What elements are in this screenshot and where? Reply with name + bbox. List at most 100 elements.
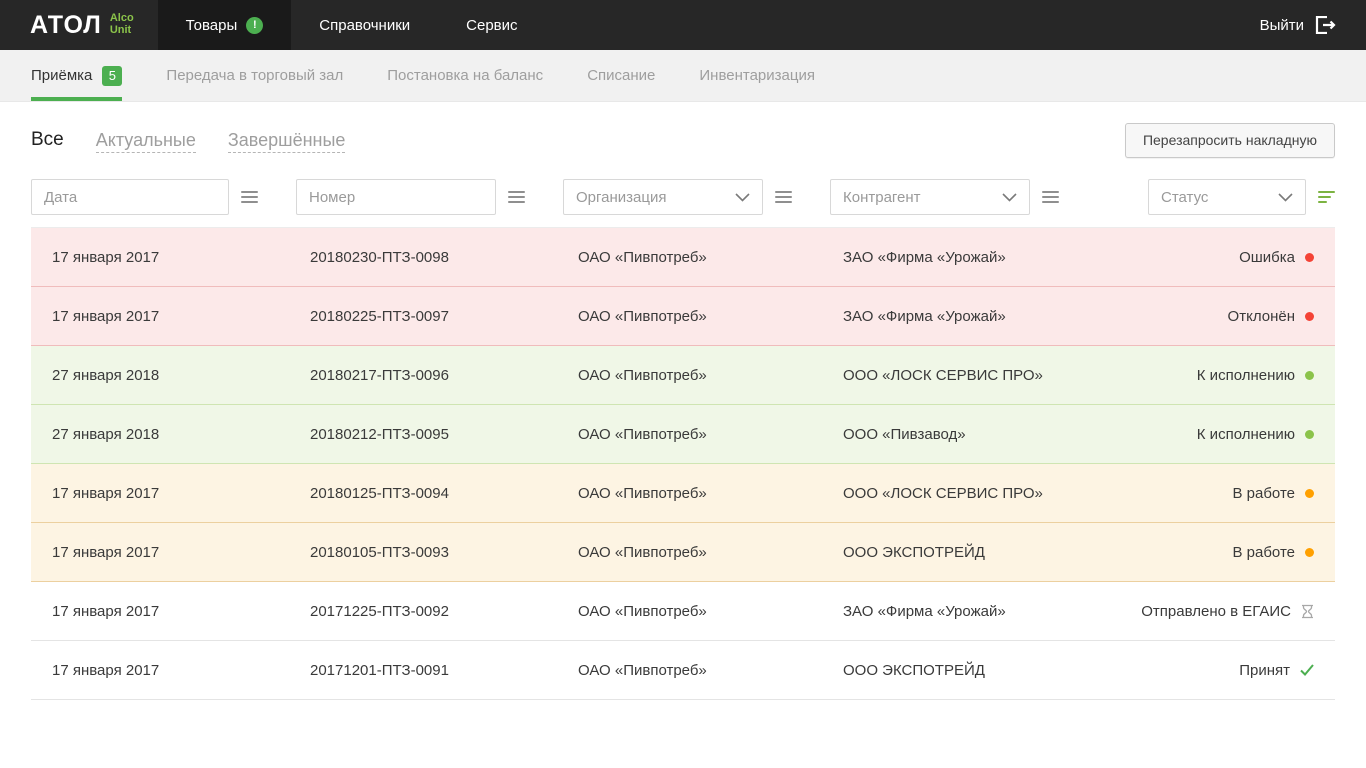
row-date: 17 января 2017 — [52, 662, 310, 679]
table-row[interactable]: 27 января 2018 20180217-ПТЗ-0096 ОАО «Пи… — [31, 346, 1335, 405]
table-row[interactable]: 17 января 2017 20180125-ПТЗ-0094 ОАО «Пи… — [31, 464, 1335, 523]
counterparty-menu-icon[interactable] — [1042, 188, 1059, 206]
nav-item-service[interactable]: Сервис — [438, 0, 545, 50]
row-organization: ОАО «Пивпотреб» — [578, 426, 843, 443]
check-icon — [1300, 664, 1314, 676]
logo-text: АТОЛ — [30, 11, 102, 40]
chevron-down-icon — [735, 193, 750, 202]
row-status-cell: Ошибка — [1239, 249, 1314, 266]
column-filter-row: Организация Контрагент Статус — [31, 179, 1335, 215]
row-number: 20180230-ПТЗ-0098 — [310, 249, 578, 266]
nav-item-label: Сервис — [466, 17, 517, 34]
table-row[interactable]: 17 января 2017 20171201-ПТЗ-0091 ОАО «Пи… — [31, 641, 1335, 700]
row-status: В работе — [1232, 544, 1295, 561]
main-menu: Товары ! Справочники Сервис — [158, 0, 546, 50]
row-counterparty: ООО «ЛОСК СЕРВИС ПРО» — [843, 485, 1232, 502]
status-dot — [1305, 548, 1314, 557]
row-number: 20180217-ПТЗ-0096 — [310, 367, 578, 384]
top-nav: АТОЛ Alco Unit Товары ! Справочники Серв… — [0, 0, 1366, 50]
select-placeholder: Статус — [1161, 189, 1208, 206]
row-organization: ОАО «Пивпотреб» — [578, 544, 843, 561]
nav-item-goods[interactable]: Товары ! — [158, 0, 292, 50]
row-counterparty: ООО «ЛОСК СЕРВИС ПРО» — [843, 367, 1197, 384]
tab-transfer-to-salesroom[interactable]: Передача в торговый зал — [166, 50, 343, 101]
page-content: Все Актуальные Завершённые Перезапросить… — [0, 122, 1366, 700]
chevron-down-icon — [1002, 193, 1017, 202]
status-sort-icon[interactable] — [1318, 188, 1335, 206]
status-dot — [1305, 312, 1314, 321]
row-status-cell: Принят — [1239, 662, 1314, 679]
requery-invoice-button[interactable]: Перезапросить накладную — [1125, 123, 1335, 158]
row-status-cell: Отправлено в ЕГАИС — [1141, 603, 1314, 620]
status-dot — [1305, 430, 1314, 439]
organization-filter-select[interactable]: Организация — [563, 179, 763, 215]
row-status: К исполнению — [1197, 426, 1295, 443]
row-number: 20180212-ПТЗ-0095 — [310, 426, 578, 443]
row-organization: ОАО «Пивпотреб» — [578, 485, 843, 502]
date-filter-group — [31, 179, 258, 215]
documents-table: 17 января 2017 20180230-ПТЗ-0098 ОАО «Пи… — [31, 227, 1335, 700]
nav-item-directories[interactable]: Справочники — [291, 0, 438, 50]
table-row[interactable]: 17 января 2017 20171225-ПТЗ-0092 ОАО «Пи… — [31, 582, 1335, 641]
row-number: 20180125-ПТЗ-0094 — [310, 485, 578, 502]
view-actual[interactable]: Актуальные — [96, 130, 196, 151]
table-row[interactable]: 17 января 2017 20180230-ПТЗ-0098 ОАО «Пи… — [31, 228, 1335, 287]
row-date: 17 января 2017 — [52, 485, 310, 502]
row-counterparty: ООО ЭКСПОТРЕЙД — [843, 662, 1239, 679]
number-filter-input[interactable] — [296, 179, 496, 215]
chevron-down-icon — [1278, 193, 1293, 202]
row-counterparty: ООО «Пивзавод» — [843, 426, 1197, 443]
date-menu-icon[interactable] — [241, 188, 258, 206]
row-status-cell: Отклонён — [1228, 308, 1314, 325]
table-row[interactable]: 27 января 2018 20180212-ПТЗ-0095 ОАО «Пи… — [31, 405, 1335, 464]
table-row[interactable]: 17 января 2017 20180225-ПТЗ-0097 ОАО «Пи… — [31, 287, 1335, 346]
tab-label: Постановка на баланс — [387, 67, 543, 84]
row-counterparty: ООО ЭКСПОТРЕЙД — [843, 544, 1232, 561]
nav-item-label: Товары — [186, 17, 238, 34]
organization-filter-group: Организация — [563, 179, 792, 215]
view-completed[interactable]: Завершённые — [228, 130, 346, 151]
atol-logo: АТОЛ Alco Unit — [0, 0, 158, 50]
logout-button[interactable]: Выйти — [1230, 0, 1366, 50]
view-filter-row: Все Актуальные Завершённые Перезапросить… — [31, 122, 1335, 158]
table-row[interactable]: 17 января 2017 20180105-ПТЗ-0093 ОАО «Пи… — [31, 523, 1335, 582]
organization-menu-icon[interactable] — [775, 188, 792, 206]
row-date: 17 января 2017 — [52, 308, 310, 325]
logout-label: Выйти — [1260, 17, 1304, 34]
nav-item-label: Справочники — [319, 17, 410, 34]
row-number: 20180225-ПТЗ-0097 — [310, 308, 578, 325]
row-organization: ОАО «Пивпотреб» — [578, 367, 843, 384]
date-filter-input[interactable] — [31, 179, 229, 215]
row-number: 20180105-ПТЗ-0093 — [310, 544, 578, 561]
row-status: В работе — [1232, 485, 1295, 502]
view-all[interactable]: Все — [31, 129, 64, 151]
row-status-cell: К исполнению — [1197, 426, 1314, 443]
tab-inventory[interactable]: Инвентаризация — [699, 50, 815, 101]
tab-write-off[interactable]: Списание — [587, 50, 655, 101]
row-counterparty: ЗАО «Фирма «Урожай» — [843, 308, 1228, 325]
status-dot — [1305, 489, 1314, 498]
row-status-cell: В работе — [1232, 544, 1314, 561]
number-menu-icon[interactable] — [508, 188, 525, 206]
row-date: 17 января 2017 — [52, 249, 310, 266]
row-status: Ошибка — [1239, 249, 1295, 266]
row-status: К исполнению — [1197, 367, 1295, 384]
row-organization: ОАО «Пивпотреб» — [578, 249, 843, 266]
status-dot — [1305, 253, 1314, 262]
tab-put-on-balance[interactable]: Постановка на баланс — [387, 50, 543, 101]
row-status: Принят — [1239, 662, 1290, 679]
tab-acceptance[interactable]: Приёмка 5 — [31, 50, 122, 101]
tab-label: Списание — [587, 67, 655, 84]
status-filter-select[interactable]: Статус — [1148, 179, 1306, 215]
alert-badge: ! — [246, 17, 263, 34]
section-tabs: Приёмка 5 Передача в торговый зал Постан… — [0, 50, 1366, 102]
row-date: 17 января 2017 — [52, 544, 310, 561]
hourglass-icon — [1301, 604, 1314, 619]
counterparty-filter-select[interactable]: Контрагент — [830, 179, 1030, 215]
tab-label: Инвентаризация — [699, 67, 815, 84]
row-number: 20171201-ПТЗ-0091 — [310, 662, 578, 679]
row-organization: ОАО «Пивпотреб» — [578, 662, 843, 679]
row-number: 20171225-ПТЗ-0092 — [310, 603, 578, 620]
tab-label: Передача в торговый зал — [166, 67, 343, 84]
counterparty-filter-group: Контрагент — [830, 179, 1059, 215]
